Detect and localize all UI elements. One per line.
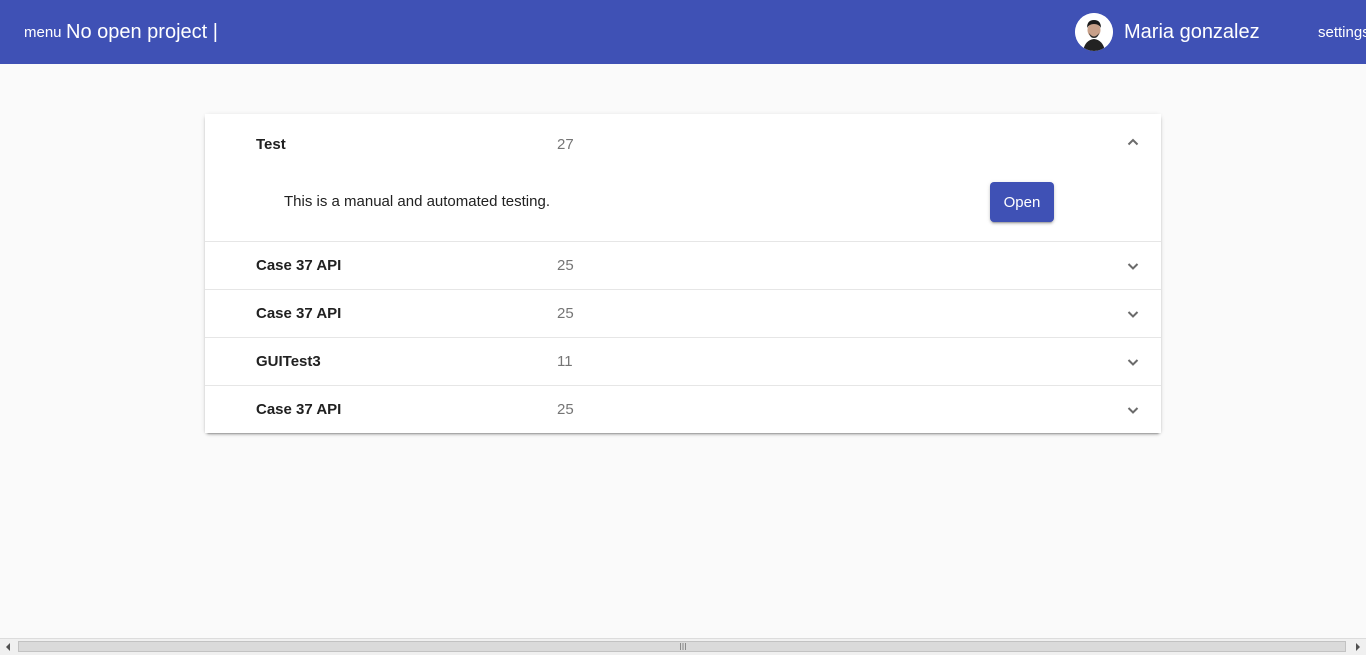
project-panel-body: This is a manual and automated testing. … (205, 178, 1161, 241)
top-toolbar: menu No open project | Maria gonzalez se… (0, 0, 1366, 64)
user-name[interactable]: Maria gonzalez (1124, 20, 1260, 44)
project-name: Case 37 API (256, 401, 342, 418)
project-count: 25 (557, 401, 574, 418)
project-panel-header[interactable]: Test 27 (205, 114, 1161, 178)
scrollbar-thumb[interactable] (18, 641, 1346, 652)
settings-button[interactable]: settings (1318, 24, 1366, 42)
project-panel: Case 37 API 25 (205, 290, 1161, 338)
project-panel-header[interactable]: GUITest3 11 (205, 338, 1161, 385)
project-panel: Case 37 API 25 (205, 386, 1161, 433)
chevron-down-icon[interactable] (1125, 258, 1141, 274)
project-description: This is a manual and automated testing. (284, 193, 550, 210)
project-panel-header[interactable]: Case 37 API 25 (205, 386, 1161, 433)
project-count: 27 (557, 136, 574, 153)
scroll-grip-icon (680, 643, 686, 650)
open-project-button[interactable]: Open (990, 182, 1054, 222)
project-panel: Case 37 API 25 (205, 242, 1161, 290)
chevron-down-icon[interactable] (1125, 402, 1141, 418)
avatar-icon (1075, 13, 1113, 51)
menu-button[interactable]: menu (24, 24, 62, 42)
user-avatar[interactable] (1075, 13, 1113, 51)
project-list: Test 27 This is a manual and automated t… (205, 114, 1161, 433)
chevron-up-icon[interactable] (1125, 134, 1141, 150)
project-name: Case 37 API (256, 305, 342, 322)
project-name: GUITest3 (256, 353, 321, 370)
horizontal-scrollbar[interactable] (0, 638, 1366, 655)
scroll-right-arrow-icon[interactable] (1349, 639, 1366, 655)
chevron-down-icon[interactable] (1125, 354, 1141, 370)
project-panel: GUITest3 11 (205, 338, 1161, 386)
project-name: Case 37 API (256, 257, 342, 274)
project-count: 25 (557, 305, 574, 322)
chevron-down-icon[interactable] (1125, 306, 1141, 322)
project-panel-header[interactable]: Case 37 API 25 (205, 290, 1161, 337)
project-count: 11 (557, 353, 573, 370)
project-count: 25 (557, 257, 574, 274)
scroll-left-arrow-icon[interactable] (0, 639, 17, 655)
project-panel: Test 27 This is a manual and automated t… (205, 114, 1161, 242)
project-name: Test (256, 136, 286, 153)
project-title: No open project | (66, 21, 218, 43)
project-panel-header[interactable]: Case 37 API 25 (205, 242, 1161, 289)
